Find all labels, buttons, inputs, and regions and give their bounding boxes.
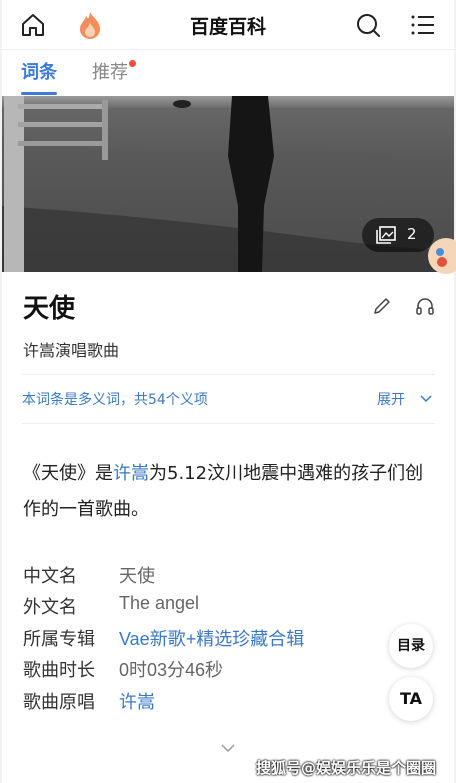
infobox-row: 外文名 The angel	[23, 591, 383, 622]
infobox-key: 所属专辑	[23, 628, 95, 650]
infobox-key: 歌曲时长	[23, 660, 95, 682]
tab-entry-label: 词条	[21, 62, 57, 83]
content-tabs: 词条 推荐	[0, 50, 456, 96]
infobox-row: 中文名 天使	[23, 560, 383, 591]
font-size-button[interactable]: TA	[389, 677, 433, 721]
infobox-value: The angel	[119, 593, 200, 614]
infobox-value: 天使	[119, 566, 155, 586]
chevron-down-icon[interactable]	[419, 391, 433, 405]
infobox-key: 歌曲原唱	[23, 691, 95, 713]
infobox-key: 中文名	[23, 566, 77, 587]
infobox: 中文名 天使 外文名 The angel 所属专辑 Vae新歌+精选珍藏合辑 歌…	[23, 560, 383, 717]
tab-recommend-label: 推荐	[92, 62, 128, 83]
tab-recommend[interactable]: 推荐	[92, 58, 136, 84]
polysemy-bar[interactable]: 本词条是多义词，共54个义项 展开	[22, 374, 435, 424]
pencil-icon[interactable]	[372, 296, 392, 316]
photo-count: 2	[407, 225, 417, 243]
entry-title: 天使	[23, 294, 76, 324]
top-navigation-bar: 百度百科	[0, 0, 456, 50]
infobox-value-link-singer[interactable]: 许嵩	[119, 688, 155, 714]
summary-link-artist[interactable]: 许嵩	[113, 463, 149, 484]
chevron-down-more-icon[interactable]	[220, 742, 236, 754]
app-title: 百度百科	[189, 16, 266, 38]
infobox-key: 外文名	[23, 597, 77, 619]
gallery-icon	[376, 226, 396, 244]
entry-summary: 《天使》是许嵩为5.12汶川地震中遇难的孩子们创作的一首歌曲。	[23, 456, 428, 528]
infobox-row: 所属专辑 Vae新歌+精选珍藏合辑	[23, 623, 383, 654]
infobox-value: 0时03分46秒	[119, 660, 224, 681]
source-watermark: 搜狐号@娱娱乐乐是个圈圈	[256, 759, 437, 777]
active-tab-indicator	[21, 92, 57, 95]
infobox-row: 歌曲时长 0时03分46秒	[23, 654, 383, 685]
notification-dot	[129, 60, 136, 67]
summary-text-1: 《天使》是	[23, 463, 113, 484]
headphones-icon[interactable]	[415, 296, 435, 316]
table-of-contents-button[interactable]: 目录	[389, 624, 433, 668]
infobox-value-link-album[interactable]: Vae新歌+精选珍藏合辑	[119, 625, 304, 651]
entry-subtitle: 许嵩演唱歌曲	[23, 341, 120, 360]
search-icon[interactable]	[355, 12, 381, 38]
menu-list-icon[interactable]	[410, 12, 436, 38]
infobox-row: 歌曲原唱 许嵩	[23, 686, 383, 717]
tab-entry[interactable]: 词条	[21, 58, 57, 95]
mascot-icon[interactable]	[424, 228, 456, 284]
expand-button[interactable]: 展开	[377, 389, 405, 409]
polysemy-text[interactable]: 本词条是多义词，共54个义项	[22, 389, 208, 409]
